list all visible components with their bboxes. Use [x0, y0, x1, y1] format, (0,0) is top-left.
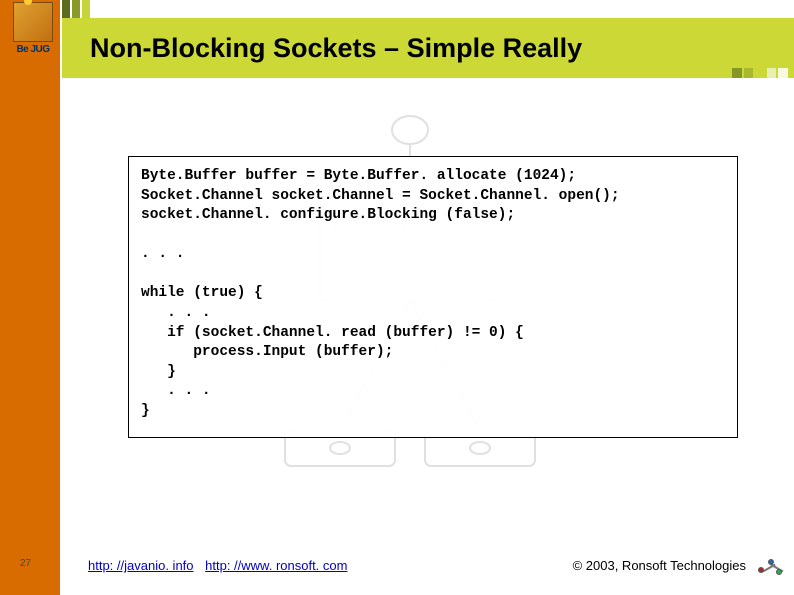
logo-caption: Be JUG [16, 44, 49, 55]
code-line: socket.Channel. configure.Blocking (fals… [141, 207, 515, 223]
code-line: } [141, 364, 176, 380]
ronsoft-logo-icon [756, 555, 788, 583]
block-light [82, 0, 90, 18]
code-line: Byte.Buffer buffer = Byte.Buffer. alloca… [141, 168, 576, 184]
code-line: } [141, 403, 150, 419]
slide-title: Non-Blocking Sockets – Simple Really [90, 33, 582, 64]
link-javanio[interactable]: http: //javanio. info [88, 558, 194, 573]
title-bar: Non-Blocking Sockets – Simple Really [62, 18, 794, 78]
footer-links: http: //javanio. info http: //www. ronso… [88, 558, 355, 573]
code-line: Socket.Channel socket.Channel = Socket.C… [141, 188, 620, 204]
code-box: Byte.Buffer buffer = Byte.Buffer. alloca… [128, 156, 738, 438]
code-line: while (true) { [141, 285, 263, 301]
left-sidebar [0, 0, 60, 595]
copyright: © 2003, Ronsoft Technologies [573, 558, 746, 573]
logo-graphic [13, 2, 53, 42]
code-line: process.Input (buffer); [141, 344, 393, 360]
link-ronsoft[interactable]: http: //www. ronsoft. com [205, 558, 347, 573]
code-line: . . . [141, 246, 185, 262]
code-line: . . . [141, 305, 211, 321]
block-dark [62, 0, 70, 18]
color-blocks-top [62, 0, 92, 18]
code-line: if (socket.Channel. read (buffer) != 0) … [141, 325, 524, 341]
header-gradient-steps [732, 68, 788, 82]
block-mid [72, 0, 80, 18]
page-number: 27 [20, 558, 31, 569]
code-line: . . . [141, 383, 211, 399]
bejug-logo: Be JUG [8, 2, 58, 64]
